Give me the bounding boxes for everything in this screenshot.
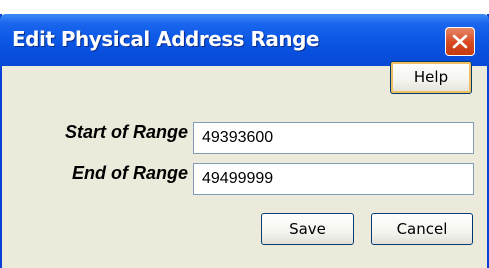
close-icon	[452, 34, 468, 49]
close-button[interactable]	[445, 27, 475, 56]
end-of-range-label: End of Range	[72, 163, 188, 183]
start-of-range-label: Start of Range	[64, 122, 188, 142]
start-of-range-field[interactable]: 49393600	[193, 122, 474, 154]
help-button[interactable]: Help	[390, 61, 472, 94]
dialog-title: Edit Physical Address Range	[12, 27, 320, 51]
save-button[interactable]: Save	[261, 213, 354, 245]
title-bar[interactable]: Edit Physical Address Range	[0, 14, 489, 66]
end-of-range-field[interactable]: 49499999	[193, 163, 474, 195]
cancel-button[interactable]: Cancel	[371, 213, 473, 245]
